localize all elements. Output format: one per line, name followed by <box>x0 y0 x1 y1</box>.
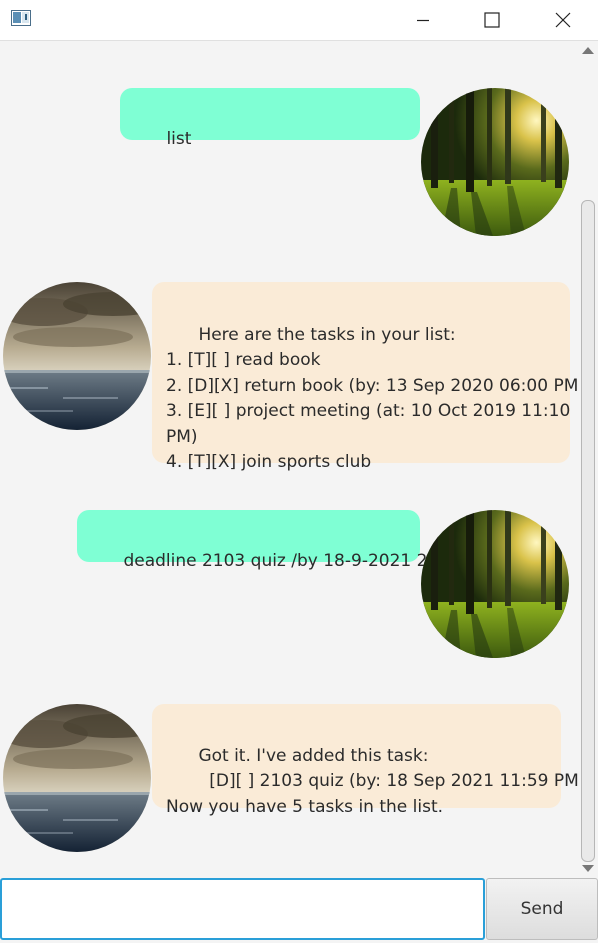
user-input-field[interactable] <box>0 878 485 940</box>
duke-message-bubble: Here are the tasks in your list: 1. [T][… <box>152 282 585 472</box>
app-icon <box>11 10 31 26</box>
minimize-icon <box>417 19 429 22</box>
duke-message-bubble: Got it. I've added this task: [D][ ] 210… <box>152 704 585 817</box>
maximize-icon <box>484 12 500 28</box>
duke-message-text: Here are the tasks in your list: 1. [T][… <box>166 324 585 473</box>
close-icon <box>555 12 571 28</box>
title-bar <box>0 0 598 41</box>
duke-message-text: Got it. I've added this task: [D][ ] 210… <box>166 745 586 817</box>
scroll-up-arrow-icon[interactable] <box>582 47 594 54</box>
app-window: list Here are the tasks in your list: 1.… <box>0 0 598 943</box>
user-message-bubble: deadline 2103 quiz /by 18-9-2021 23:59 <box>77 510 466 571</box>
user-message-text: list <box>166 128 192 149</box>
send-button[interactable]: Send <box>486 878 598 940</box>
input-row: Send <box>0 878 598 943</box>
vertical-scrollbar[interactable] <box>578 41 598 878</box>
dialog-container[interactable]: list Here are the tasks in your list: 1.… <box>0 41 598 878</box>
duke-avatar <box>3 704 151 852</box>
user-avatar <box>421 510 569 658</box>
scrollbar-thumb[interactable] <box>581 200 595 862</box>
close-button[interactable] <box>540 0 586 40</box>
user-message-text: deadline 2103 quiz /by 18-9-2021 23:59 <box>123 550 466 571</box>
user-message-bubble: list <box>120 88 420 149</box>
scroll-down-arrow-icon[interactable] <box>582 865 594 872</box>
duke-avatar <box>3 282 151 430</box>
minimize-button[interactable] <box>400 0 446 40</box>
maximize-button[interactable] <box>469 0 515 40</box>
user-avatar <box>421 88 569 236</box>
